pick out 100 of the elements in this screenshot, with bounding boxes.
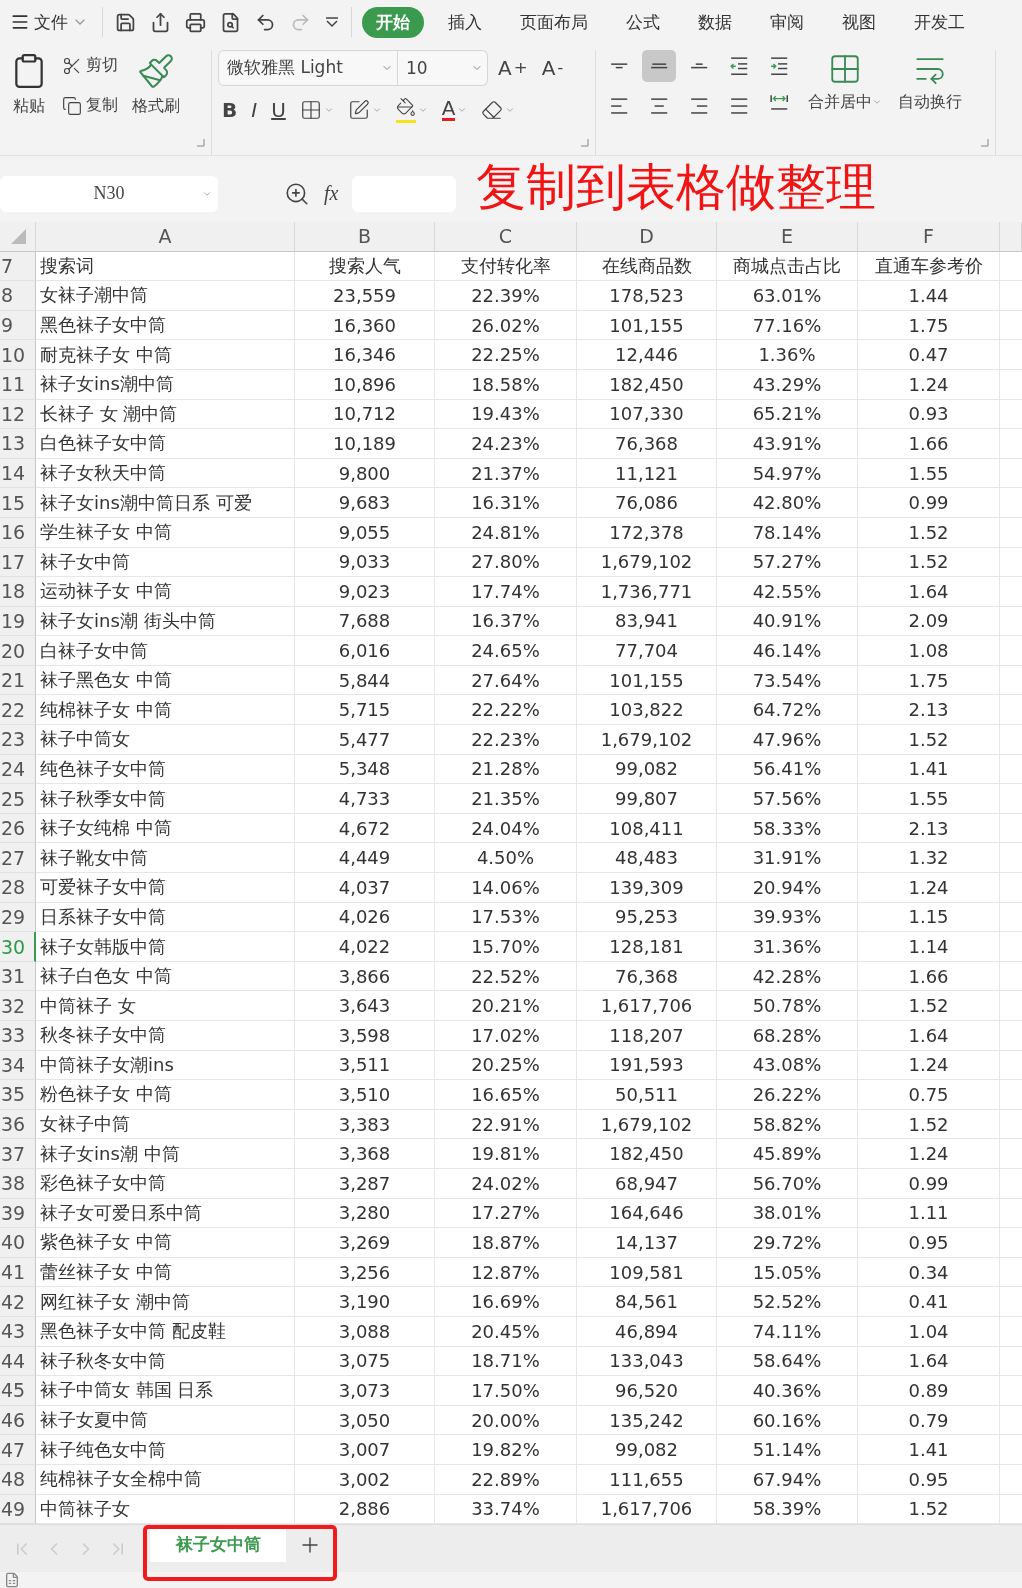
row-number[interactable]: 27	[0, 843, 36, 874]
row-number[interactable]: 7	[0, 251, 36, 282]
row-number[interactable]: 40	[0, 1228, 36, 1258]
ribbon-tab[interactable]: 开始	[362, 6, 424, 38]
ribbon-tab[interactable]: 数据	[684, 6, 746, 38]
table-cell: 103,822	[577, 695, 717, 726]
row-number[interactable]: 20	[0, 636, 36, 666]
font-name-dropdown[interactable]: 微软雅黑 Light	[218, 49, 398, 86]
table-cell: 5,477	[295, 725, 435, 755]
row-number[interactable]: 45	[0, 1376, 36, 1406]
row-number[interactable]: 42	[0, 1287, 36, 1317]
row-number[interactable]: 14	[0, 458, 36, 489]
ribbon-tab[interactable]: 插入	[434, 6, 496, 38]
sheet-tab[interactable]: 袜子女中筒	[150, 1527, 286, 1562]
row-number[interactable]: 44	[0, 1346, 36, 1377]
table-cell: 3,511	[295, 1050, 435, 1081]
italic-button[interactable]: I	[247, 93, 262, 126]
row-number[interactable]: 47	[0, 1435, 36, 1465]
column-header[interactable]: F	[858, 221, 1000, 252]
column-header[interactable]: D	[577, 221, 717, 252]
wrap-text-button[interactable]: 自动换行	[894, 49, 966, 115]
function-button[interactable]: fx	[324, 182, 339, 206]
row-number[interactable]: 48	[0, 1464, 36, 1495]
underline-button[interactable]: U	[267, 93, 290, 126]
row-number[interactable]: 28	[0, 873, 36, 903]
table-cell: 5,348	[295, 754, 435, 785]
row-number[interactable]: 11	[0, 369, 36, 400]
name-box[interactable]: N30	[0, 175, 218, 212]
row-number[interactable]: 12	[0, 399, 36, 430]
row-number[interactable]: 38	[0, 1168, 36, 1199]
ribbon-tab[interactable]: 公式	[612, 6, 674, 38]
row-number[interactable]: 31	[0, 961, 36, 992]
row-number[interactable]: 33	[0, 1021, 36, 1051]
table-cell: 1.36%	[717, 340, 858, 370]
table-cell: 29.72%	[717, 1228, 858, 1258]
table-cell: 54.97%	[717, 458, 858, 489]
row-number[interactable]: 39	[0, 1198, 36, 1229]
ribbon-tab[interactable]: 页面布局	[506, 6, 602, 38]
customize-button[interactable]	[323, 14, 341, 30]
table-cell: 6,016	[295, 636, 435, 666]
row-number[interactable]: 36	[0, 1109, 36, 1140]
row-number[interactable]: 29	[0, 902, 36, 933]
file-menu[interactable]: 文件	[6, 10, 92, 34]
row-number[interactable]: 17	[0, 547, 36, 578]
table-cell: 1.44	[858, 281, 1000, 311]
row-number[interactable]: 10	[0, 340, 36, 370]
row-number[interactable]: 21	[0, 665, 36, 696]
table-cell: 彩色袜子女中筒	[36, 1168, 295, 1199]
table-cell: 14.06%	[435, 873, 577, 903]
table-cell: 袜子女夏中筒	[36, 1405, 295, 1436]
table-cell: 袜子女秋天中筒	[36, 458, 295, 489]
table-cell: 袜子女ins潮 中筒	[36, 1139, 295, 1169]
row-number[interactable]: 9	[0, 310, 36, 341]
column-header[interactable]: C	[435, 221, 577, 252]
table-cell: 0.95	[858, 1464, 1000, 1495]
row-number[interactable]: 23	[0, 725, 36, 755]
row-number[interactable]: 15	[0, 488, 36, 518]
row-number[interactable]: 37	[0, 1139, 36, 1169]
row-number[interactable]: 25	[0, 784, 36, 814]
table-cell: 4,037	[295, 873, 435, 903]
row-number[interactable]: 41	[0, 1257, 36, 1288]
row-number[interactable]: 8	[0, 281, 36, 311]
column-header[interactable]: B	[295, 221, 435, 252]
row-number[interactable]: 26	[0, 813, 36, 844]
row-number[interactable]: 34	[0, 1050, 36, 1081]
ribbon-tab[interactable]: 审阅	[756, 6, 818, 38]
paste-button[interactable]: 粘贴	[6, 49, 52, 119]
table-cell: 网红袜子女 潮中筒	[36, 1287, 295, 1317]
row-number[interactable]: 19	[0, 606, 36, 637]
ribbon-tab[interactable]: 开发工	[900, 6, 979, 38]
table-cell: 3,050	[295, 1405, 435, 1436]
font-color-button[interactable]: A	[437, 93, 472, 126]
row-number[interactable]: 46	[0, 1405, 36, 1436]
bold-button[interactable]: B	[218, 93, 242, 126]
row-number[interactable]: 22	[0, 695, 36, 726]
table-cell: 5,844	[295, 665, 435, 696]
copy-button[interactable]: 复制	[60, 89, 120, 122]
row-number[interactable]: 32	[0, 991, 36, 1021]
row-number[interactable]: 13	[0, 429, 36, 459]
row-number[interactable]: 16	[0, 517, 36, 548]
table-cell: 3,510	[295, 1080, 435, 1110]
row-number[interactable]: 43	[0, 1316, 36, 1347]
font-size-dropdown[interactable]: 10	[398, 49, 488, 86]
table-cell: 101,155	[577, 665, 717, 696]
align-button[interactable]	[642, 49, 676, 82]
table-cell: 1.52	[858, 725, 1000, 755]
column-header[interactable]: A	[36, 221, 295, 252]
row-number[interactable]: 24	[0, 754, 36, 785]
format-painter-button[interactable]: 格式刷	[128, 49, 184, 119]
ribbon-tab[interactable]: 视图	[828, 6, 890, 38]
row-number[interactable]: 18	[0, 577, 36, 607]
table-cell: 57.27%	[717, 547, 858, 578]
row-number[interactable]: 49	[0, 1494, 36, 1525]
column-header[interactable]: E	[717, 221, 858, 252]
merge-center-button[interactable]: 合并居中	[804, 49, 886, 115]
cut-button[interactable]: 剪切	[60, 49, 120, 82]
table-cell: 45.89%	[717, 1139, 858, 1169]
table-cell: 3,075	[295, 1346, 435, 1377]
row-number[interactable]: 35	[0, 1080, 36, 1110]
table-cell: 16.31%	[435, 488, 577, 518]
